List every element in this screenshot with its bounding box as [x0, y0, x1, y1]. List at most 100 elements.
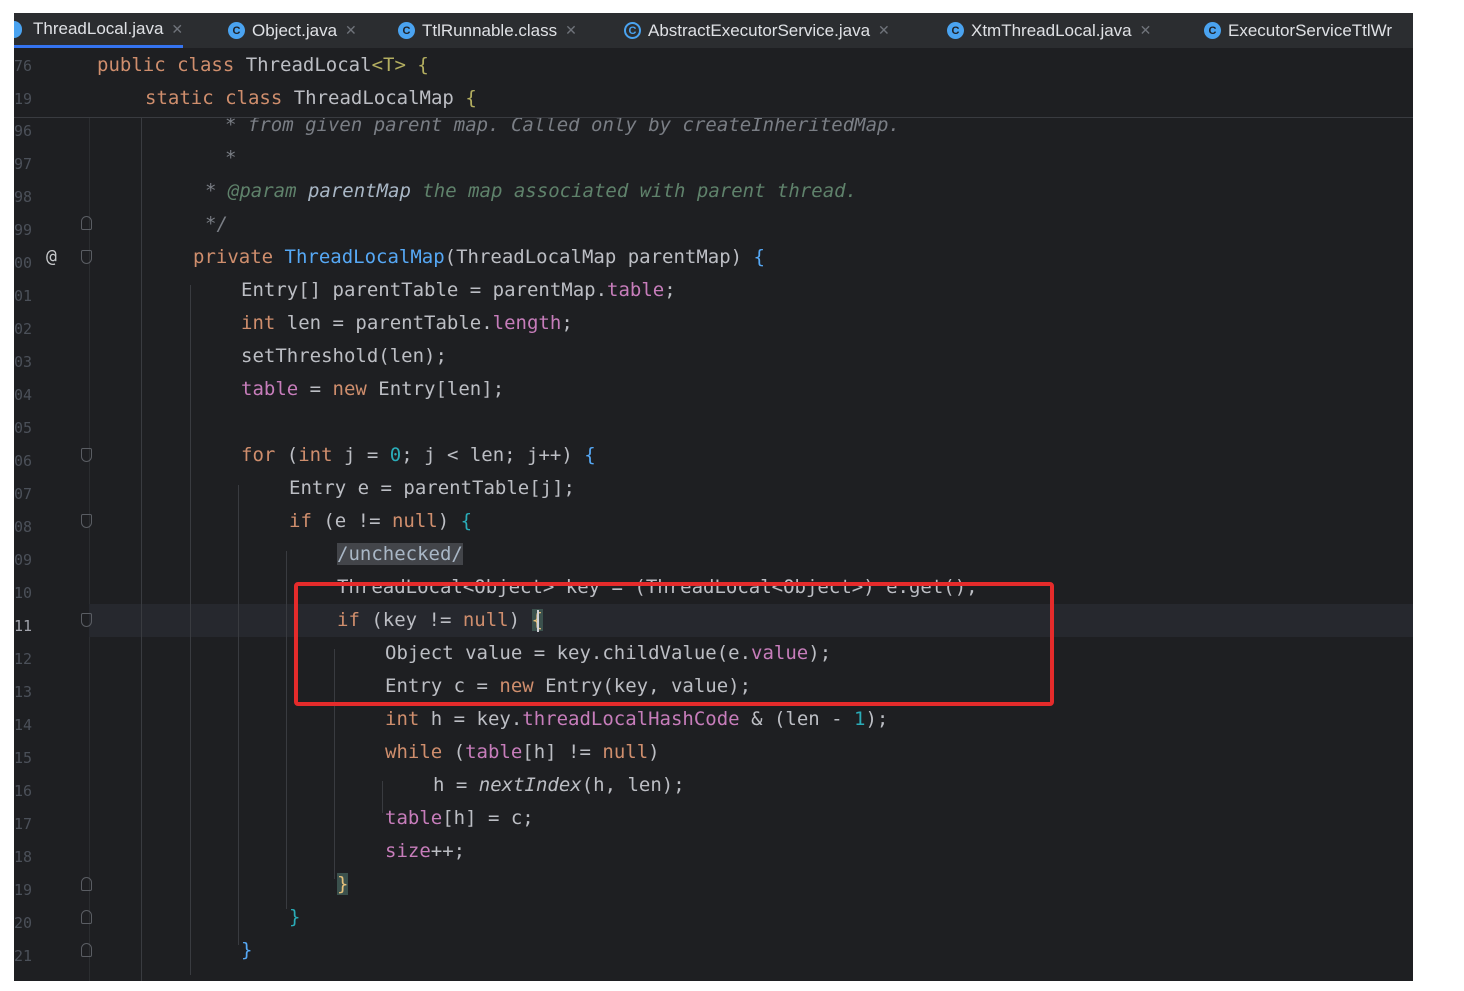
javadoc-star: * [205, 180, 228, 202]
close-icon[interactable]: ✕ [565, 22, 577, 39]
class-name: ThreadLocalMap [293, 87, 454, 109]
code-line[interactable]: table[h] = c; [97, 802, 534, 835]
ide-window: ThreadLocal.java ✕ C Object.java ✕ C Ttl… [14, 13, 1413, 981]
keyword: null [602, 741, 649, 763]
code-line[interactable]: * [97, 142, 236, 175]
close-icon[interactable]: ✕ [1140, 22, 1152, 39]
tab-label: ThreadLocal.java [33, 19, 164, 38]
code-line[interactable]: public class ThreadLocal<T> { [97, 49, 429, 82]
code-line[interactable]: if (e != null) { [97, 505, 472, 538]
override-marker-icon[interactable]: @ [46, 246, 57, 267]
code-text: ) [648, 741, 660, 763]
tab-ttlrunnable-class[interactable]: C TtlRunnable.class ✕ [398, 13, 577, 48]
code-text: ++; [430, 840, 466, 862]
code-line[interactable]: private ThreadLocalMap(ThreadLocalMap pa… [97, 241, 765, 274]
line-number: 05 [14, 419, 33, 437]
code-line[interactable]: size++; [97, 835, 465, 868]
tab-label: Object.java [252, 20, 338, 40]
brace: } [241, 939, 253, 961]
code-text: (h, len); [581, 774, 685, 796]
fold-end-icon[interactable] [81, 943, 92, 957]
keyword: int [241, 312, 276, 334]
code-text: & (len - [739, 708, 855, 730]
tab-threadlocal-java[interactable]: ThreadLocal.java ✕ [14, 13, 184, 48]
keyword: null [391, 510, 438, 532]
close-icon[interactable]: ✕ [345, 22, 357, 39]
line-number: 09 [14, 551, 33, 569]
line-number: 12 [14, 650, 33, 668]
code-line[interactable]: table = new Entry[len]; [97, 373, 504, 406]
code-line[interactable]: } [97, 934, 252, 967]
line-number: 13 [14, 683, 33, 701]
field-ref: table [385, 807, 443, 829]
keyword: static class [145, 87, 294, 109]
line-number: 19 [14, 90, 33, 108]
java-class-icon [14, 20, 22, 38]
code-line[interactable]: static class ThreadLocalMap { [97, 82, 477, 115]
code-line[interactable]: setThreshold(len); [97, 340, 447, 373]
tab-xtmthreadlocal-java[interactable]: C XtmThreadLocal.java ✕ [947, 13, 1151, 48]
tab-abstractexecutorservice-java[interactable]: C AbstractExecutorService.java ✕ [624, 13, 890, 48]
code-text: ( [442, 741, 466, 763]
line-number: 02 [14, 320, 33, 338]
code-line[interactable]: for (int j = 0; j < len; j++) { [97, 439, 596, 472]
code-text: setThreshold(len); [241, 345, 447, 367]
line-number: 01 [14, 287, 33, 305]
keyword: new [332, 378, 367, 400]
sticky-scroll-header: 76 public class ThreadLocal<T> { 19 stat… [14, 49, 1413, 118]
code-line[interactable]: int len = parentTable.length; [97, 307, 573, 340]
brace: { [460, 510, 473, 532]
code-line[interactable]: while (table[h] != null) [97, 736, 660, 769]
generic-param: <T> [371, 54, 406, 76]
close-icon[interactable]: ✕ [171, 21, 183, 38]
keyword: int [298, 444, 333, 466]
line-number: 16 [14, 782, 33, 800]
brace: { [405, 54, 429, 76]
fold-start-icon[interactable] [81, 250, 92, 264]
line-number: 15 [14, 749, 33, 767]
highlight-annotation-box [294, 582, 1054, 706]
number-literal: 0 [389, 444, 402, 466]
tab-label: XtmThreadLocal.java [971, 20, 1132, 40]
code-line[interactable]: int h = key.threadLocalHashCode & (len -… [97, 703, 888, 736]
code-line[interactable]: Entry[] parentTable = parentMap.table; [97, 274, 676, 307]
keyword: for [241, 444, 276, 466]
code-text: (ThreadLocalMap parentMap) [444, 246, 754, 268]
constructor-name: ThreadLocalMap [284, 246, 445, 268]
code-text: h = [433, 774, 479, 796]
code-text: ( [275, 444, 299, 466]
code-line[interactable]: /unchecked/ [97, 538, 463, 571]
line-number: 04 [14, 386, 33, 404]
line-number: 19 [14, 881, 33, 899]
code-line[interactable]: } [97, 868, 349, 901]
tab-object-java[interactable]: C Object.java ✕ [228, 13, 357, 48]
code-line[interactable]: } [97, 901, 300, 934]
fold-start-icon[interactable] [81, 613, 92, 627]
code-text: ; j < len; j++) [401, 444, 585, 466]
fold-start-icon[interactable] [81, 514, 92, 528]
tab-label: AbstractExecutorService.java [648, 20, 871, 40]
code-text: Entry e = parentTable[j]; [289, 477, 575, 499]
fold-start-icon[interactable] [81, 448, 92, 462]
line-number: 98 [14, 188, 33, 206]
close-icon[interactable]: ✕ [878, 22, 890, 39]
code-text: ; [561, 312, 573, 334]
code-text: ); [865, 708, 889, 730]
fold-end-icon[interactable] [81, 877, 92, 891]
line-number: 97 [14, 155, 33, 173]
field-ref: length [492, 312, 562, 334]
abstract-class-icon: C [624, 22, 641, 39]
code-line[interactable]: */ [97, 208, 228, 241]
code-line[interactable]: h = nextIndex(h, len); [97, 769, 685, 802]
line-number: 14 [14, 716, 33, 734]
java-class-icon: C [947, 22, 964, 39]
code-text: (e != [311, 510, 392, 532]
code-line[interactable]: * @param parentMap the map associated wi… [97, 175, 857, 208]
code-line[interactable]: Entry e = parentTable[j]; [97, 472, 575, 505]
brace: } [289, 906, 301, 928]
tab-executorservicettlwrapper[interactable]: C ExecutorServiceTtlWr [1204, 13, 1392, 48]
field-ref: table [607, 279, 665, 301]
fold-end-icon[interactable] [81, 910, 92, 924]
editor-tab-bar: ThreadLocal.java ✕ C Object.java ✕ C Ttl… [14, 13, 1413, 49]
fold-end-icon[interactable] [81, 216, 92, 230]
